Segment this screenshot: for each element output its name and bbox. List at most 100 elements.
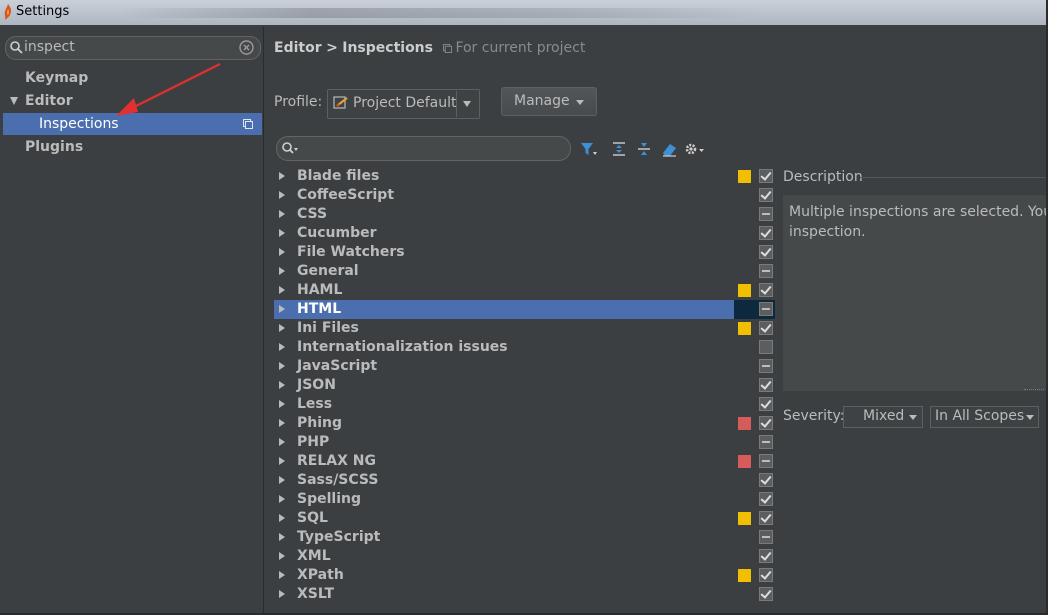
settings-search-input[interactable]: inspect: [5, 36, 261, 60]
inspection-checkbox[interactable]: [759, 207, 773, 221]
inspection-row[interactable]: XML: [274, 547, 775, 566]
inspection-checkbox[interactable]: [759, 226, 773, 240]
expand-arrow-icon[interactable]: [279, 514, 285, 522]
inspection-row[interactable]: XSLT: [274, 585, 775, 604]
scrollbar[interactable]: [775, 166, 778, 606]
inspection-tree: Blade files CoffeeScript CSS Cucumber File W…: [274, 166, 775, 606]
profile-select[interactable]: Project Default: [327, 89, 480, 119]
expand-arrow-icon[interactable]: [279, 419, 285, 427]
inspection-row[interactable]: Internationalization issues: [274, 338, 775, 357]
inspection-row[interactable]: Cucumber: [274, 224, 775, 243]
expand-arrow-icon[interactable]: [279, 210, 285, 218]
inspection-row[interactable]: Spelling: [274, 490, 775, 509]
inspection-label: PHP: [297, 434, 330, 450]
sidebar-item-keymap[interactable]: Keymap: [25, 70, 88, 86]
inspection-row[interactable]: CoffeeScript: [274, 186, 775, 205]
inspection-row[interactable]: Phing: [274, 414, 775, 433]
expand-arrow-icon[interactable]: [279, 457, 285, 465]
collapse-all-icon[interactable]: [635, 141, 653, 157]
inspection-row[interactable]: CSS: [274, 205, 775, 224]
inspection-checkbox[interactable]: [759, 473, 773, 487]
expand-arrow-icon[interactable]: [279, 476, 285, 484]
settings-icon[interactable]: [684, 141, 706, 157]
expand-arrow-icon[interactable]: [279, 248, 285, 256]
expand-arrow-icon[interactable]: [279, 438, 285, 446]
expand-arrow-icon[interactable]: [279, 305, 285, 313]
manage-button[interactable]: Manage: [501, 87, 597, 116]
clear-search-icon[interactable]: [239, 40, 254, 55]
expand-arrow-icon[interactable]: [279, 533, 285, 541]
inspection-checkbox[interactable]: [759, 264, 773, 278]
inspection-checkbox[interactable]: [759, 378, 773, 392]
severity-marker-icon: [738, 322, 751, 335]
inspection-row[interactable]: HAML: [274, 281, 775, 300]
inspection-row[interactable]: SQL: [274, 509, 775, 528]
inspection-row[interactable]: General: [274, 262, 775, 281]
expand-arrow-icon[interactable]: [279, 571, 285, 579]
inspection-filter-input[interactable]: [276, 136, 571, 161]
inspection-row[interactable]: Sass/SCSS: [274, 471, 775, 490]
breadcrumb: Editor > Inspections For current project: [274, 40, 585, 56]
breadcrumb-separator: >: [326, 40, 338, 56]
expand-arrow-icon[interactable]: [10, 97, 18, 105]
inspection-row[interactable]: Ini Files: [274, 319, 775, 338]
expand-arrow-icon[interactable]: [279, 552, 285, 560]
inspection-checkbox[interactable]: [759, 169, 773, 183]
inspection-checkbox[interactable]: [759, 511, 773, 525]
expand-arrow-icon[interactable]: [279, 286, 285, 294]
chevron-down-icon[interactable]: [463, 101, 471, 107]
inspection-checkbox[interactable]: [759, 302, 773, 316]
inspection-checkbox[interactable]: [759, 587, 773, 601]
expand-arrow-icon[interactable]: [279, 172, 285, 180]
expand-arrow-icon[interactable]: [279, 267, 285, 275]
inspection-label: XPath: [297, 567, 344, 583]
expand-arrow-icon[interactable]: [279, 229, 285, 237]
inspection-checkbox[interactable]: [759, 321, 773, 335]
inspection-row[interactable]: JavaScript: [274, 357, 775, 376]
expand-arrow-icon[interactable]: [279, 400, 285, 408]
expand-arrow-icon[interactable]: [279, 381, 285, 389]
filter-icon[interactable]: [580, 141, 598, 157]
inspection-row[interactable]: RELAX NG: [274, 452, 775, 471]
expand-all-icon[interactable]: [610, 141, 628, 157]
inspection-row[interactable]: File Watchers: [274, 243, 775, 262]
severity-select[interactable]: Mixed: [843, 406, 923, 428]
inspection-checkbox[interactable]: [759, 568, 773, 582]
inspection-checkbox[interactable]: [759, 340, 773, 354]
sidebar-item-plugins[interactable]: Plugins: [25, 139, 83, 155]
expand-arrow-icon[interactable]: [279, 362, 285, 370]
inspection-checkbox[interactable]: [759, 416, 773, 430]
inspection-checkbox[interactable]: [759, 359, 773, 373]
resize-grip[interactable]: [1024, 389, 1044, 393]
inspection-checkbox[interactable]: [759, 454, 773, 468]
chevron-down-icon: [1026, 415, 1034, 420]
expand-arrow-icon[interactable]: [279, 590, 285, 598]
inspection-checkbox[interactable]: [759, 397, 773, 411]
title-bar: Settings: [0, 0, 1048, 25]
inspection-checkbox[interactable]: [759, 188, 773, 202]
inspection-row[interactable]: TypeScript: [274, 528, 775, 547]
breadcrumb-parent[interactable]: Editor: [274, 40, 322, 56]
inspection-row[interactable]: Less: [274, 395, 775, 414]
expand-arrow-icon[interactable]: [279, 495, 285, 503]
sidebar-item-editor[interactable]: Editor: [25, 93, 73, 109]
inspection-checkbox[interactable]: [759, 549, 773, 563]
inspection-label: Cucumber: [297, 225, 377, 241]
inspection-row[interactable]: HTML: [274, 300, 775, 319]
inspection-label: HTML: [297, 301, 342, 317]
inspection-checkbox[interactable]: [759, 530, 773, 544]
reset-icon[interactable]: [660, 141, 678, 157]
inspection-checkbox[interactable]: [759, 245, 773, 259]
inspection-row[interactable]: PHP: [274, 433, 775, 452]
expand-arrow-icon[interactable]: [279, 343, 285, 351]
inspection-row[interactable]: XPath: [274, 566, 775, 585]
inspection-checkbox[interactable]: [759, 435, 773, 449]
expand-arrow-icon[interactable]: [279, 191, 285, 199]
inspection-row[interactable]: Blade files: [274, 167, 775, 186]
scope-select[interactable]: In All Scopes: [930, 406, 1039, 428]
inspection-checkbox[interactable]: [759, 283, 773, 297]
inspection-checkbox[interactable]: [759, 492, 773, 506]
scope-value: In All Scopes: [935, 408, 1025, 424]
inspection-row[interactable]: JSON: [274, 376, 775, 395]
expand-arrow-icon[interactable]: [279, 324, 285, 332]
